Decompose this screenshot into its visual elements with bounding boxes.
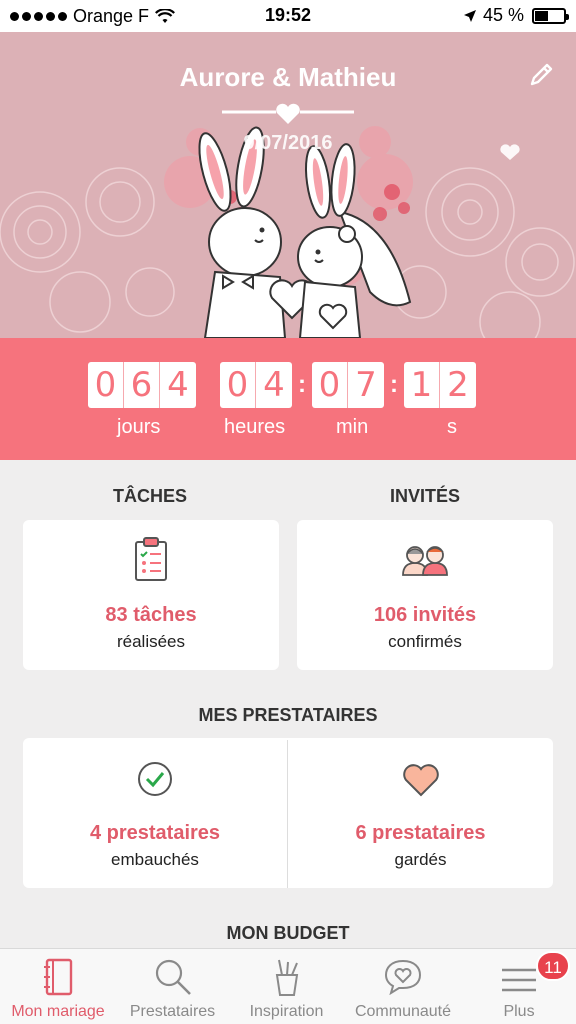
colon-separator: :: [390, 371, 398, 398]
edit-pencil-icon[interactable]: [526, 60, 556, 90]
digit: 4: [263, 365, 285, 405]
colon-separator: :: [298, 371, 306, 398]
tab-inspiration[interactable]: Inspiration: [229, 949, 344, 1024]
tab-label: Communauté: [354, 1003, 452, 1020]
tab-bar: Mon mariage Prestataires Inspiration Com…: [0, 948, 576, 1024]
check-circle-icon: [138, 762, 172, 796]
budget-title: MON BUDGET: [226, 923, 350, 943]
tab-mon-mariage[interactable]: Mon mariage: [0, 949, 116, 1024]
chat-heart-icon: [384, 959, 422, 995]
vendors-divider: [287, 740, 288, 888]
digit: 1: [404, 362, 440, 408]
countdown-hours: 0 4: [220, 362, 292, 408]
digit: 0: [88, 362, 124, 408]
tasks-card[interactable]: 83 tâches réalisées: [23, 520, 279, 670]
countdown-days: 0 6 4: [88, 362, 196, 408]
saved-count: 6 prestataires: [355, 822, 486, 844]
guests-card[interactable]: 106 invités confirmés: [297, 520, 553, 670]
guests-couple-icon: [402, 546, 448, 576]
brushes-cup-icon: [275, 959, 298, 996]
tab-label: Prestataires: [129, 1003, 216, 1020]
heart-icon: [402, 764, 439, 797]
countdown-panel: 0 6 4 0 4 : 0 7 : 1 2 jours heures min s: [0, 338, 576, 460]
menu-icon: [502, 968, 536, 992]
label-minutes: min: [336, 416, 369, 438]
digit: 0: [312, 362, 348, 408]
tasks-sub: réalisées: [116, 632, 186, 651]
hero-banner: Aurore & Mathieu 9/07/2016: [0, 32, 576, 338]
status-bar: Orange F 19:52 45 %: [0, 0, 576, 32]
digit: 6: [124, 362, 160, 408]
digit: 2: [447, 365, 469, 405]
tasks-title: TÂCHES: [112, 486, 187, 506]
hired-vendors[interactable]: 4 prestataires embauchés: [23, 738, 287, 888]
tab-prestataires[interactable]: Prestataires: [116, 949, 229, 1024]
vendors-title: MES PRESTATAIRES: [198, 705, 378, 725]
couple-names: Aurore & Mathieu: [179, 62, 397, 92]
guests-count: 106 invités: [373, 604, 477, 626]
saved-vendors[interactable]: 6 prestataires gardés: [288, 738, 553, 888]
tab-label: Mon mariage: [11, 1003, 105, 1020]
label-seconds: s: [447, 416, 457, 438]
notification-badge: 11: [536, 951, 570, 981]
tab-plus[interactable]: 11 Plus: [462, 949, 576, 1024]
tab-label: Plus: [503, 1003, 535, 1020]
wedding-date: 9/07/2016: [243, 132, 333, 154]
digit: 0: [220, 362, 256, 408]
countdown-seconds: 1 2: [404, 362, 476, 408]
battery-percent: 45 %: [482, 5, 524, 25]
clipboard-checklist-icon: [135, 537, 167, 581]
vendors-card: 4 prestataires embauchés 6 prestataires …: [23, 738, 553, 888]
saved-sub: gardés: [394, 850, 447, 869]
tab-communaute[interactable]: Communauté: [344, 949, 462, 1024]
location-arrow-icon: [463, 9, 476, 22]
notebook-icon: [44, 958, 73, 996]
tab-label: Inspiration: [249, 1003, 324, 1020]
label-days: jours: [117, 416, 161, 438]
tasks-count: 83 tâches: [105, 604, 197, 626]
label-hours: heures: [224, 416, 286, 438]
hired-sub: embauchés: [111, 850, 199, 869]
search-icon: [155, 959, 191, 995]
battery-fill: [535, 10, 548, 21]
hired-count: 4 prestataires: [89, 822, 221, 844]
guests-title: INVITÉS: [389, 486, 460, 506]
battery-icon: [532, 7, 569, 24]
digit: 7: [355, 365, 377, 405]
guests-sub: confirmés: [388, 632, 462, 651]
countdown-digits: 0 6 4 0 4 : 0 7 : 1 2: [88, 362, 476, 408]
digit: 4: [167, 365, 189, 405]
countdown-minutes: 0 7: [312, 362, 384, 408]
